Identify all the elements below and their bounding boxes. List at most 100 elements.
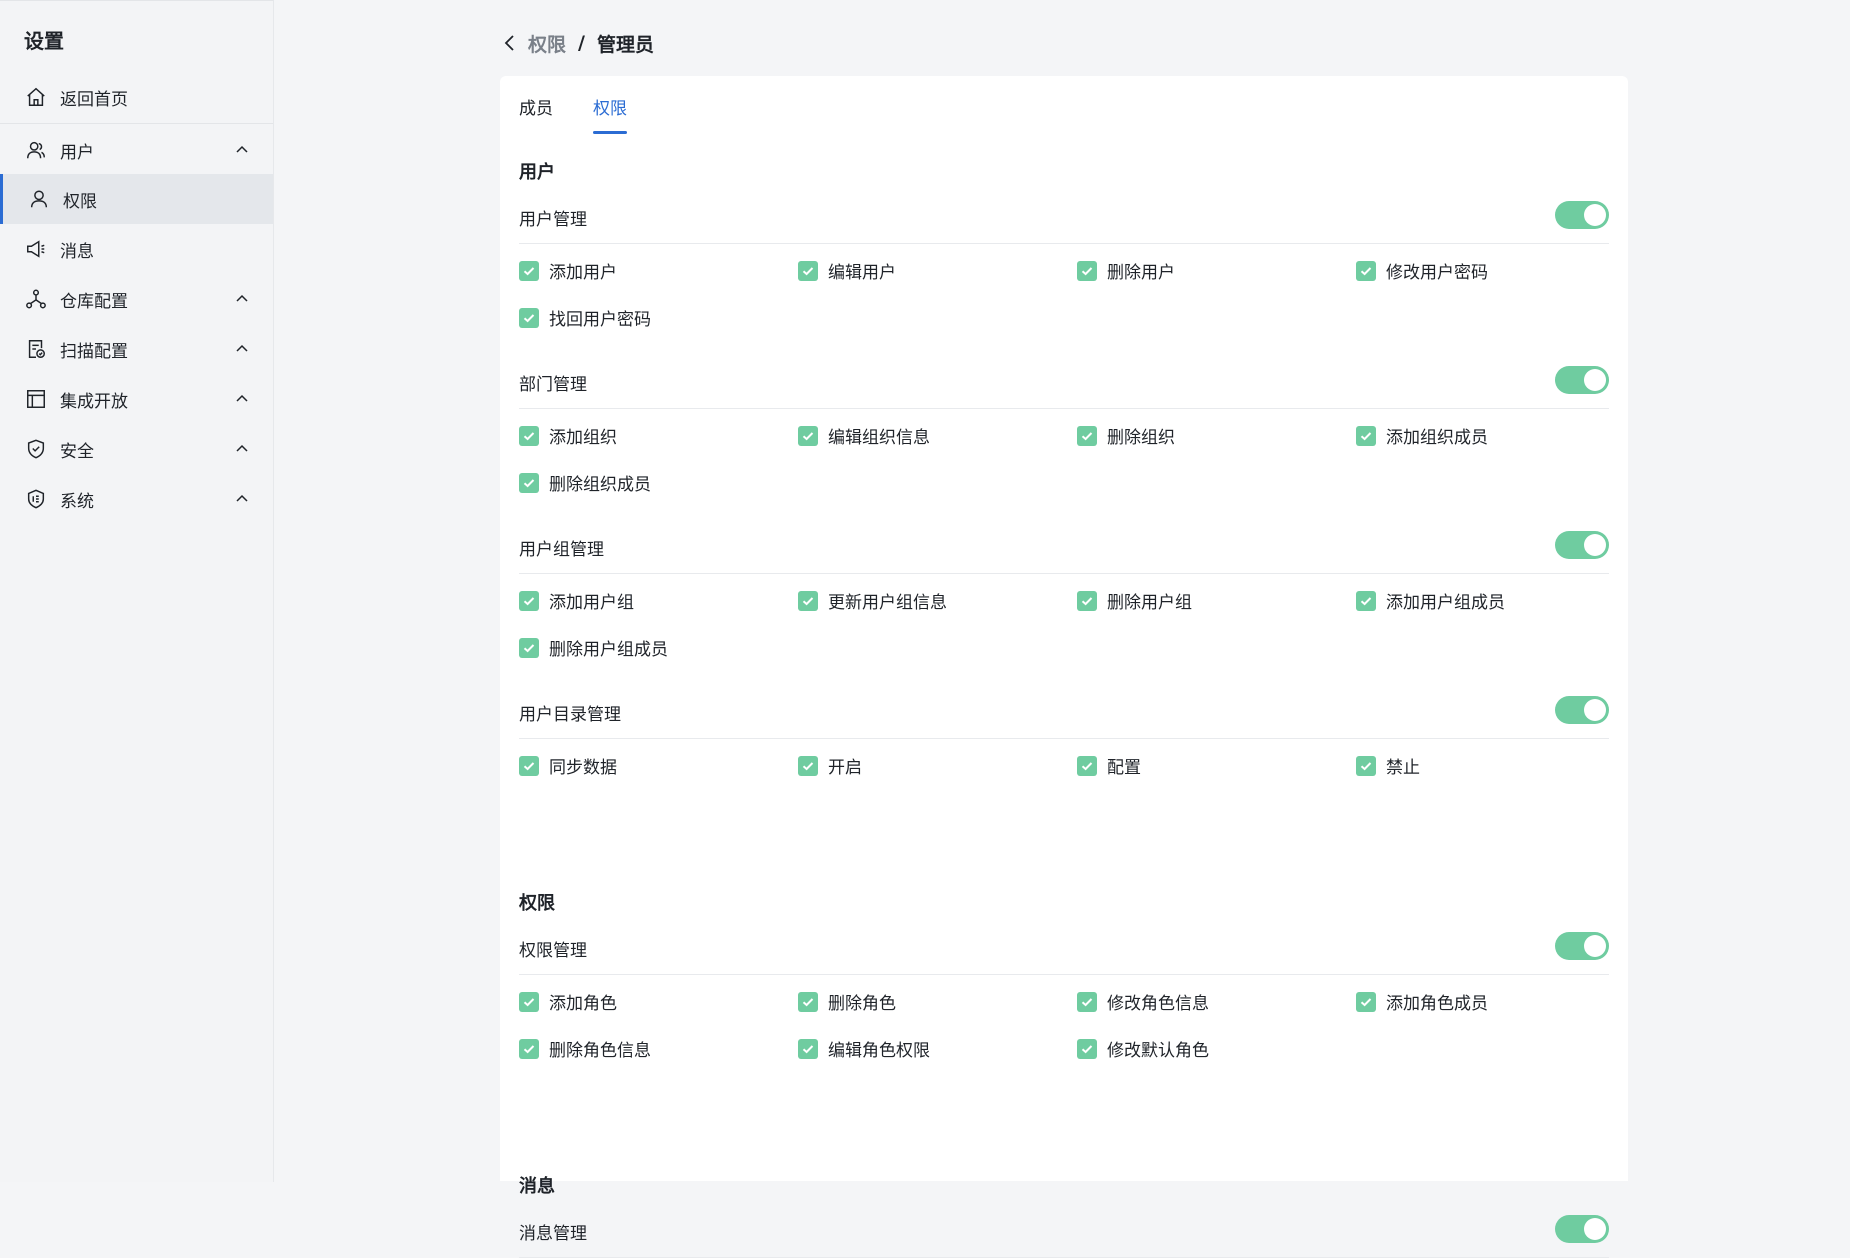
permission-label: 找回用户密码 bbox=[549, 310, 651, 330]
scan-doc-icon bbox=[24, 337, 48, 361]
checkbox-checked-icon[interactable] bbox=[1356, 755, 1376, 776]
toggle-knob bbox=[1584, 369, 1606, 391]
group-toggle-switch[interactable] bbox=[1555, 366, 1609, 394]
permission-checkbox[interactable]: 删除组织 bbox=[1077, 423, 1175, 448]
breadcrumb: 权限 / 管理员 bbox=[500, 28, 654, 58]
chevron-up-icon bbox=[236, 444, 248, 452]
checkbox-checked-icon[interactable] bbox=[798, 590, 818, 611]
checkbox-checked-icon[interactable] bbox=[519, 590, 539, 611]
back-icon[interactable] bbox=[500, 33, 520, 53]
permission-checkbox[interactable]: 添加角色成员 bbox=[1356, 989, 1488, 1014]
chevron-up-icon bbox=[236, 145, 248, 153]
checkbox-checked-icon[interactable] bbox=[1077, 260, 1097, 281]
permission-checkbox[interactable]: 配置 bbox=[1077, 753, 1141, 778]
section-title: 权限 bbox=[519, 893, 555, 914]
sidebar-item-messages[interactable]: 消息 bbox=[0, 224, 273, 274]
permission-label: 删除组织 bbox=[1107, 428, 1175, 448]
permission-label: 删除用户组成员 bbox=[549, 640, 668, 660]
permission-checkbox[interactable]: 同步数据 bbox=[519, 753, 617, 778]
checkbox-checked-icon[interactable] bbox=[519, 425, 539, 446]
sidebar-item-repo-config[interactable]: 仓库配置 bbox=[0, 274, 273, 324]
permission-checkbox[interactable]: 修改默认角色 bbox=[1077, 1036, 1209, 1061]
permission-checkbox[interactable]: 添加组织成员 bbox=[1356, 423, 1488, 448]
tab-members[interactable]: 成员 bbox=[519, 76, 553, 136]
checkbox-checked-icon[interactable] bbox=[519, 755, 539, 776]
tab-permissions[interactable]: 权限 bbox=[593, 76, 627, 136]
permission-label: 添加组织 bbox=[549, 428, 617, 448]
sidebar-item-home[interactable]: 返回首页 bbox=[0, 72, 273, 122]
sidebar-item-permissions[interactable]: 权限 bbox=[0, 174, 273, 224]
sidebar-item-users[interactable]: 用户 bbox=[0, 125, 273, 175]
checkbox-checked-icon[interactable] bbox=[1356, 991, 1376, 1012]
permission-label: 添加用户组 bbox=[549, 593, 634, 613]
sidebar-item-scan-config[interactable]: 扫描配置 bbox=[0, 324, 273, 374]
group-toggle-switch[interactable] bbox=[1555, 531, 1609, 559]
group-title: 用户管理 bbox=[519, 210, 587, 230]
checkbox-checked-icon[interactable] bbox=[1077, 590, 1097, 611]
permission-checkbox[interactable]: 编辑组织信息 bbox=[798, 423, 930, 448]
section-title: 消息 bbox=[519, 1176, 555, 1197]
permission-checkbox[interactable]: 修改角色信息 bbox=[1077, 989, 1209, 1014]
checkbox-checked-icon[interactable] bbox=[1356, 425, 1376, 446]
checkbox-checked-icon[interactable] bbox=[798, 425, 818, 446]
checkbox-checked-icon[interactable] bbox=[519, 472, 539, 493]
group-toggle-switch[interactable] bbox=[1555, 696, 1609, 724]
checkbox-checked-icon[interactable] bbox=[519, 991, 539, 1012]
permission-checkbox[interactable]: 删除组织成员 bbox=[519, 470, 651, 495]
breadcrumb-parent-link[interactable]: 权限 bbox=[528, 30, 566, 57]
checkbox-checked-icon[interactable] bbox=[1356, 260, 1376, 281]
checkbox-checked-icon[interactable] bbox=[519, 307, 539, 328]
checkbox-checked-icon[interactable] bbox=[1077, 1038, 1097, 1059]
checkbox-checked-icon[interactable] bbox=[1077, 425, 1097, 446]
sidebar-title: 设置 bbox=[24, 29, 64, 53]
permission-checkbox[interactable]: 添加角色 bbox=[519, 989, 617, 1014]
permission-label: 添加角色 bbox=[549, 994, 617, 1014]
divider bbox=[519, 573, 1609, 574]
checkbox-checked-icon[interactable] bbox=[1077, 991, 1097, 1012]
sidebar-item-label: 返回首页 bbox=[60, 89, 128, 110]
permission-checkbox[interactable]: 编辑用户 bbox=[798, 258, 896, 283]
checkbox-checked-icon[interactable] bbox=[798, 1038, 818, 1059]
checkbox-checked-icon[interactable] bbox=[519, 260, 539, 281]
permission-checkbox[interactable]: 删除角色 bbox=[798, 989, 896, 1014]
permission-checkbox[interactable]: 删除用户组成员 bbox=[519, 635, 668, 660]
group-toggle-switch[interactable] bbox=[1555, 201, 1609, 229]
sidebar-item-system[interactable]: 系统 bbox=[0, 474, 273, 524]
permission-checkbox[interactable]: 找回用户密码 bbox=[519, 305, 651, 330]
permission-label: 配置 bbox=[1107, 758, 1141, 778]
permission-label: 添加用户组成员 bbox=[1386, 593, 1505, 613]
sidebar-item-security[interactable]: 安全 bbox=[0, 424, 273, 474]
group-title: 用户组管理 bbox=[519, 540, 604, 560]
network-icon bbox=[24, 287, 48, 311]
permission-checkbox[interactable]: 删除角色信息 bbox=[519, 1036, 651, 1061]
megaphone-icon bbox=[24, 237, 48, 261]
checkbox-checked-icon[interactable] bbox=[519, 637, 539, 658]
group-title: 消息管理 bbox=[519, 1224, 587, 1244]
permission-checkbox[interactable]: 删除用户组 bbox=[1077, 588, 1192, 613]
permission-checkbox[interactable]: 开启 bbox=[798, 753, 862, 778]
section-title: 用户 bbox=[519, 162, 555, 183]
permission-checkbox[interactable]: 更新用户组信息 bbox=[798, 588, 947, 613]
permissions-card: 成员 权限 用户 用户管理 添加用户 编辑用户 删除用户 修改用户密码 找回用户密码 部门管理… bbox=[500, 76, 1628, 1258]
checkbox-checked-icon[interactable] bbox=[1077, 755, 1097, 776]
system-shield-icon bbox=[24, 487, 48, 511]
group-toggle-switch[interactable] bbox=[1555, 1215, 1609, 1243]
checkbox-checked-icon[interactable] bbox=[798, 991, 818, 1012]
checkbox-checked-icon[interactable] bbox=[798, 260, 818, 281]
permission-checkbox[interactable]: 添加用户组 bbox=[519, 588, 634, 613]
permission-checkbox[interactable]: 删除用户 bbox=[1077, 258, 1175, 283]
checkbox-checked-icon[interactable] bbox=[519, 1038, 539, 1059]
permission-checkbox[interactable]: 添加用户 bbox=[519, 258, 617, 283]
checkbox-checked-icon[interactable] bbox=[798, 755, 818, 776]
permission-checkbox[interactable]: 添加组织 bbox=[519, 423, 617, 448]
checkbox-checked-icon[interactable] bbox=[1356, 590, 1376, 611]
permission-checkbox[interactable]: 禁止 bbox=[1356, 753, 1420, 778]
group-toggle-switch[interactable] bbox=[1555, 932, 1609, 960]
permission-checkbox[interactable]: 编辑角色权限 bbox=[798, 1036, 930, 1061]
permission-label: 修改用户密码 bbox=[1386, 263, 1488, 283]
permission-checkbox[interactable]: 添加用户组成员 bbox=[1356, 588, 1505, 613]
permission-label: 添加组织成员 bbox=[1386, 428, 1488, 448]
sidebar-item-label: 用户 bbox=[60, 142, 94, 163]
sidebar-item-integration[interactable]: 集成开放 bbox=[0, 374, 273, 424]
permission-checkbox[interactable]: 修改用户密码 bbox=[1356, 258, 1488, 283]
